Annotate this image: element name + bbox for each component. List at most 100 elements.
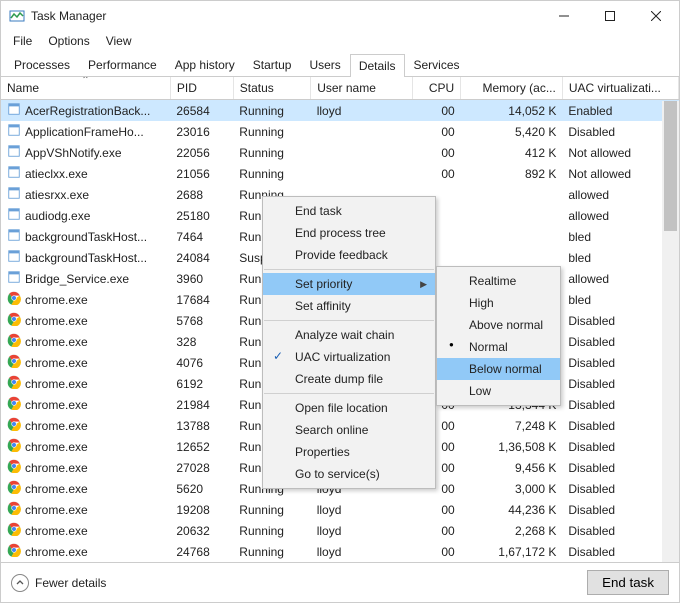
- pid: 25180: [170, 205, 233, 226]
- priority-submenu[interactable]: RealtimeHighAbove normalNormalBelow norm…: [436, 266, 561, 406]
- fewer-details-button[interactable]: Fewer details: [11, 574, 106, 592]
- menu-item-high[interactable]: High: [437, 292, 560, 314]
- menu-item-set-affinity[interactable]: Set affinity: [263, 295, 435, 317]
- menu-item-end-process-tree[interactable]: End process tree: [263, 222, 435, 244]
- pid: 24084: [170, 247, 233, 268]
- pid: 27028: [170, 457, 233, 478]
- table-header-row: NamePIDStatusUser nameCPUMemory (ac...UA…: [1, 77, 679, 100]
- user-name: [311, 163, 413, 184]
- process-name: chrome.exe: [25, 335, 88, 349]
- process-name: chrome.exe: [25, 524, 88, 538]
- table-row[interactable]: AcerRegistrationBack...26584Runninglloyd…: [1, 100, 679, 122]
- menu-item-analyze-wait-chain[interactable]: Analyze wait chain: [263, 324, 435, 346]
- tab-app-history[interactable]: App history: [166, 53, 244, 76]
- menu-item-properties[interactable]: Properties: [263, 441, 435, 463]
- cpu: 00: [412, 163, 460, 184]
- pid: 19208: [170, 499, 233, 520]
- tab-services[interactable]: Services: [405, 53, 469, 76]
- process-name: chrome.exe: [25, 419, 88, 433]
- separator: [264, 393, 434, 394]
- table-row[interactable]: ApplicationFrameHo...23016Running005,420…: [1, 121, 679, 142]
- menu-view[interactable]: View: [98, 32, 140, 50]
- pid: 3960: [170, 268, 233, 289]
- context-menu[interactable]: End taskEnd process treeProvide feedback…: [262, 196, 436, 489]
- pid: 12652: [170, 436, 233, 457]
- menu-item-realtime[interactable]: Realtime: [437, 270, 560, 292]
- tab-performance[interactable]: Performance: [79, 53, 166, 76]
- menu-item-end-task[interactable]: End task: [263, 200, 435, 222]
- col-cpu[interactable]: CPU: [412, 77, 460, 100]
- user-name: lloyd: [311, 541, 413, 562]
- chrome-icon: [7, 480, 21, 497]
- pid: 24768: [170, 541, 233, 562]
- menu-item-low[interactable]: Low: [437, 380, 560, 402]
- end-task-button[interactable]: End task: [587, 570, 669, 595]
- close-button[interactable]: [633, 1, 679, 31]
- vertical-scrollbar[interactable]: [662, 101, 679, 562]
- app-icon: [7, 144, 21, 161]
- table-row[interactable]: chrome.exe19208Runninglloyd0044,236 KDis…: [1, 499, 679, 520]
- memory: 5,420 K: [461, 121, 563, 142]
- process-name: chrome.exe: [25, 377, 88, 391]
- pid: 4076: [170, 352, 233, 373]
- app-icon: [7, 123, 21, 140]
- fewer-details-label: Fewer details: [35, 576, 106, 590]
- tab-startup[interactable]: Startup: [244, 53, 301, 76]
- pid: 6192: [170, 373, 233, 394]
- process-name: atieclxx.exe: [25, 167, 88, 181]
- memory: [461, 184, 563, 205]
- process-name: backgroundTaskHost...: [25, 230, 147, 244]
- chrome-icon: [7, 459, 21, 476]
- col-pid[interactable]: PID: [170, 77, 233, 100]
- col-status[interactable]: Status: [233, 77, 310, 100]
- process-name: chrome.exe: [25, 356, 88, 370]
- col-name[interactable]: Name: [1, 77, 170, 100]
- app-icon: [7, 186, 21, 203]
- menu-item-uac-virtualization[interactable]: UAC virtualization: [263, 346, 435, 368]
- minimize-button[interactable]: [541, 1, 587, 31]
- menu-item-search-online[interactable]: Search online: [263, 419, 435, 441]
- menu-item-normal[interactable]: Normal: [437, 336, 560, 358]
- process-name: chrome.exe: [25, 398, 88, 412]
- maximize-button[interactable]: [587, 1, 633, 31]
- user-name: [311, 142, 413, 163]
- process-name: chrome.exe: [25, 293, 88, 307]
- table-row[interactable]: chrome.exe20632Runninglloyd002,268 KDisa…: [1, 520, 679, 541]
- pid: 22056: [170, 142, 233, 163]
- process-name: chrome.exe: [25, 314, 88, 328]
- col-user-name[interactable]: User name: [311, 77, 413, 100]
- chrome-icon: [7, 291, 21, 308]
- menu-item-go-to-service-s-[interactable]: Go to service(s): [263, 463, 435, 485]
- tab-users[interactable]: Users: [300, 53, 349, 76]
- col-uac-virtualizati-[interactable]: UAC virtualizati...: [562, 77, 678, 100]
- table-row[interactable]: AppVShNotify.exe22056Running00412 KNot a…: [1, 142, 679, 163]
- window-title: Task Manager: [31, 9, 541, 23]
- cpu: 00: [412, 499, 460, 520]
- process-name: Bridge_Service.exe: [25, 272, 129, 286]
- menu-file[interactable]: File: [5, 32, 40, 50]
- memory: 892 K: [461, 163, 563, 184]
- chrome-icon: [7, 417, 21, 434]
- col-memory-ac-[interactable]: Memory (ac...: [461, 77, 563, 100]
- menu-item-above-normal[interactable]: Above normal: [437, 314, 560, 336]
- chrome-icon: [7, 312, 21, 329]
- memory: 3,000 K: [461, 478, 563, 499]
- menu-options[interactable]: Options: [40, 32, 97, 50]
- scrollbar-thumb[interactable]: [664, 101, 677, 231]
- process-name: chrome.exe: [25, 461, 88, 475]
- menu-item-set-priority[interactable]: Set priority: [263, 273, 435, 295]
- tab-details[interactable]: Details: [350, 54, 405, 77]
- table-row[interactable]: chrome.exe24768Runninglloyd001,67,172 KD…: [1, 541, 679, 562]
- chrome-icon: [7, 438, 21, 455]
- menu-item-create-dump-file[interactable]: Create dump file: [263, 368, 435, 390]
- menu-item-below-normal[interactable]: Below normal: [437, 358, 560, 380]
- table-row[interactable]: atieclxx.exe21056Running00892 KNot allow…: [1, 163, 679, 184]
- cpu: 00: [412, 100, 460, 122]
- menu-item-provide-feedback[interactable]: Provide feedback: [263, 244, 435, 266]
- menu-item-open-file-location[interactable]: Open file location: [263, 397, 435, 419]
- tab-processes[interactable]: Processes: [5, 53, 79, 76]
- memory: 7,248 K: [461, 415, 563, 436]
- memory: [461, 247, 563, 268]
- app-icon: [7, 165, 21, 182]
- titlebar: Task Manager: [1, 1, 679, 31]
